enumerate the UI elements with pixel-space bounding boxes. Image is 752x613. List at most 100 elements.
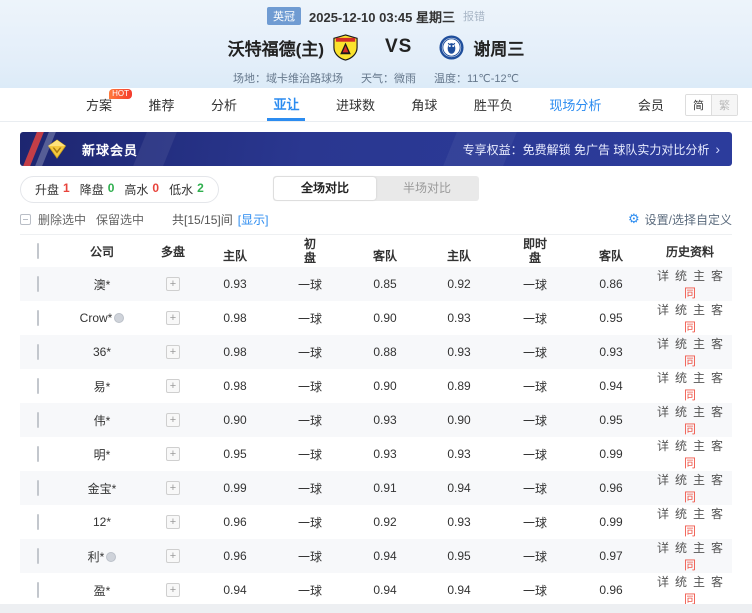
history-link-home[interactable]: 主: [693, 303, 705, 317]
history-link-away[interactable]: 客: [711, 371, 723, 385]
history-link-stats[interactable]: 统: [675, 371, 687, 385]
history-link-stats[interactable]: 统: [675, 507, 687, 521]
keep-selected-button[interactable]: 保留选中: [96, 211, 144, 228]
tab-full-match[interactable]: 全场对比: [274, 177, 376, 200]
history-link-same[interactable]: 同: [684, 320, 696, 334]
row-checkbox[interactable]: [37, 548, 39, 564]
tab-analysis[interactable]: 分析: [205, 88, 243, 121]
company-link[interactable]: Crow*: [80, 311, 125, 325]
history-link-detail[interactable]: 详: [657, 303, 669, 317]
history-link-away[interactable]: 客: [711, 405, 723, 419]
history-link-away[interactable]: 客: [711, 575, 723, 589]
history-link-detail[interactable]: 详: [657, 269, 669, 283]
history-link-detail[interactable]: 详: [657, 337, 669, 351]
row-checkbox[interactable]: [37, 310, 39, 326]
history-link-detail[interactable]: 详: [657, 371, 669, 385]
history-link-away[interactable]: 客: [711, 337, 723, 351]
history-link-same[interactable]: 同: [684, 558, 696, 572]
history-link-stats[interactable]: 统: [675, 575, 687, 589]
history-link-stats[interactable]: 统: [675, 303, 687, 317]
expand-multi-button[interactable]: +: [166, 481, 180, 495]
tab-recommend[interactable]: 推荐: [142, 88, 180, 121]
history-link-same[interactable]: 同: [684, 524, 696, 538]
history-link-same[interactable]: 同: [684, 422, 696, 436]
row-checkbox[interactable]: [37, 514, 39, 530]
select-all-checkbox[interactable]: [37, 243, 39, 259]
history-link-home[interactable]: 主: [693, 405, 705, 419]
row-checkbox[interactable]: [37, 480, 39, 496]
history-link-detail[interactable]: 详: [657, 575, 669, 589]
company-link[interactable]: 易*: [94, 380, 111, 394]
row-checkbox[interactable]: [37, 378, 39, 394]
history-link-home[interactable]: 主: [693, 337, 705, 351]
history-link-same[interactable]: 同: [684, 388, 696, 402]
company-link[interactable]: 伟*: [94, 414, 111, 428]
tab-asian-handicap[interactable]: 亚让: [267, 88, 305, 121]
expand-multi-button[interactable]: +: [166, 345, 180, 359]
history-link-home[interactable]: 主: [693, 541, 705, 555]
expand-multi-button[interactable]: +: [166, 549, 180, 563]
company-link[interactable]: 澳*: [94, 278, 111, 292]
row-checkbox[interactable]: [37, 582, 39, 598]
history-link-same[interactable]: 同: [684, 286, 696, 300]
company-link[interactable]: 36*: [93, 345, 111, 359]
history-link-stats[interactable]: 统: [675, 405, 687, 419]
settings-control[interactable]: ⚙ 设置/选择自定义: [628, 211, 732, 228]
company-link[interactable]: 盈*: [94, 584, 111, 598]
row-checkbox[interactable]: [37, 344, 39, 360]
history-link-detail[interactable]: 详: [657, 507, 669, 521]
row-checkbox[interactable]: [37, 276, 39, 292]
tab-wdl[interactable]: 胜平负: [468, 88, 519, 121]
vip-member-banner[interactable]: 新球会员 专享权益：免费解锁 免广告 球队实力对比分析 ›: [20, 132, 732, 166]
history-link-home[interactable]: 主: [693, 439, 705, 453]
history-link-home[interactable]: 主: [693, 269, 705, 283]
history-link-stats[interactable]: 统: [675, 337, 687, 351]
row-checkbox[interactable]: [37, 412, 39, 428]
history-link-same[interactable]: 同: [684, 354, 696, 368]
history-link-stats[interactable]: 统: [675, 541, 687, 555]
history-link-away[interactable]: 客: [711, 473, 723, 487]
history-link-detail[interactable]: 详: [657, 541, 669, 555]
history-link-detail[interactable]: 详: [657, 439, 669, 453]
history-link-away[interactable]: 客: [711, 303, 723, 317]
row-checkbox[interactable]: [37, 446, 39, 462]
expand-multi-button[interactable]: +: [166, 413, 180, 427]
report-error-link[interactable]: 报错: [463, 8, 485, 24]
history-link-home[interactable]: 主: [693, 507, 705, 521]
lang-simplified-button[interactable]: 简: [686, 95, 711, 115]
history-link-away[interactable]: 客: [711, 439, 723, 453]
show-link[interactable]: [显示]: [238, 211, 269, 228]
history-link-away[interactable]: 客: [711, 541, 723, 555]
history-link-same[interactable]: 同: [684, 490, 696, 504]
history-link-away[interactable]: 客: [711, 269, 723, 283]
history-link-stats[interactable]: 统: [675, 269, 687, 283]
expand-multi-button[interactable]: +: [166, 311, 180, 325]
lang-traditional-button[interactable]: 繁: [711, 95, 737, 115]
tab-plan[interactable]: 方案HOT: [80, 88, 118, 121]
expand-multi-button[interactable]: +: [166, 447, 180, 461]
select-toggle-icon[interactable]: [20, 214, 31, 225]
tab-goals[interactable]: 进球数: [330, 88, 381, 121]
history-link-away[interactable]: 客: [711, 507, 723, 521]
history-link-detail[interactable]: 详: [657, 405, 669, 419]
history-link-detail[interactable]: 详: [657, 473, 669, 487]
tab-half-match[interactable]: 半场对比: [376, 177, 478, 200]
tab-corners[interactable]: 角球: [405, 88, 443, 121]
expand-multi-button[interactable]: +: [166, 379, 180, 393]
expand-multi-button[interactable]: +: [166, 583, 180, 597]
company-link[interactable]: 利*: [88, 550, 117, 564]
company-link[interactable]: 12*: [93, 515, 111, 529]
history-link-same[interactable]: 同: [684, 456, 696, 470]
history-link-stats[interactable]: 统: [675, 473, 687, 487]
delete-selected-button[interactable]: 删除选中: [38, 211, 86, 228]
expand-multi-button[interactable]: +: [166, 515, 180, 529]
history-link-home[interactable]: 主: [693, 575, 705, 589]
expand-multi-button[interactable]: +: [166, 277, 180, 291]
history-link-home[interactable]: 主: [693, 371, 705, 385]
company-link[interactable]: 明*: [94, 448, 111, 462]
tab-member[interactable]: 会员: [632, 88, 670, 121]
company-link[interactable]: 金宝*: [88, 482, 117, 496]
history-link-home[interactable]: 主: [693, 473, 705, 487]
tab-live-analysis[interactable]: 现场分析: [543, 88, 607, 121]
history-link-stats[interactable]: 统: [675, 439, 687, 453]
